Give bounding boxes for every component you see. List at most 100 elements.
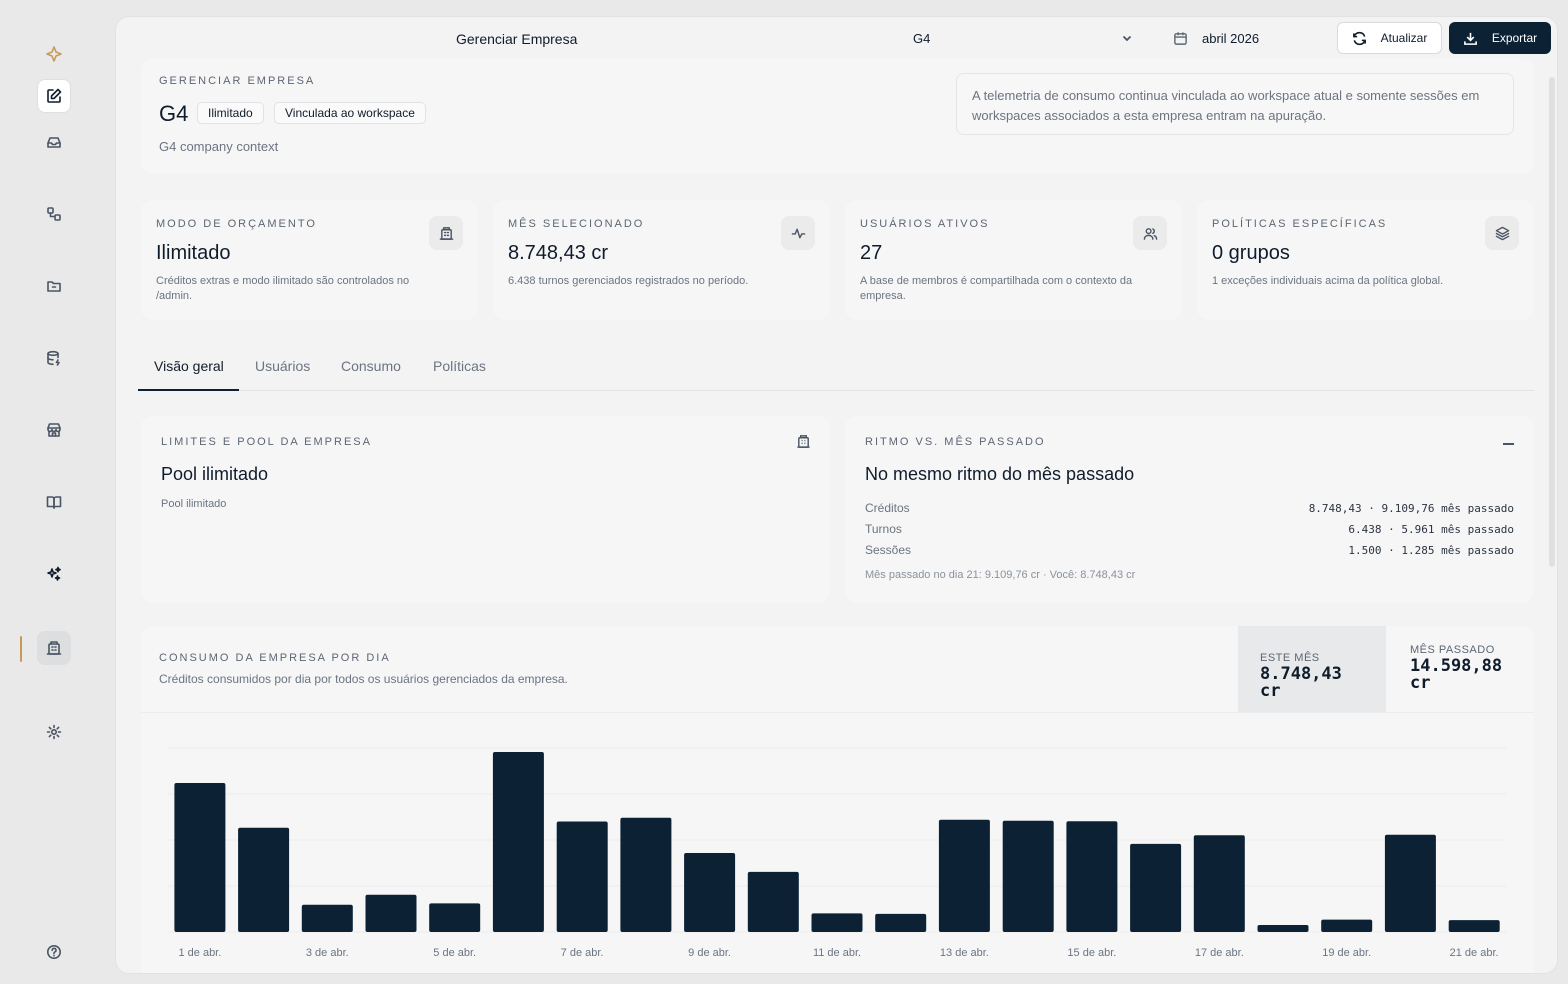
active-tab-indicator: [138, 389, 239, 391]
month-picker[interactable]: abril 2026: [1159, 23, 1327, 53]
chart-bar[interactable]: [365, 894, 417, 932]
company-name: G4: [159, 101, 189, 126]
chart-bar[interactable]: [811, 913, 863, 932]
tab-consumption[interactable]: Consumo: [341, 358, 401, 374]
chart-bar[interactable]: [1321, 919, 1373, 932]
layers-icon: [1485, 216, 1519, 250]
stat-value: 8.748,43 cr: [508, 242, 609, 264]
x-axis-tick-label: 15 de abr.: [1067, 947, 1116, 959]
export-button[interactable]: Exportar: [1449, 22, 1551, 54]
chart-bar[interactable]: [875, 913, 927, 932]
workspace-link-chip: Vinculada ao workspace: [274, 102, 426, 124]
company-header-card: GERENCIAR EMPRESA G4 Ilimitado Vinculada…: [141, 59, 1534, 174]
stat-description: 1 exceções individuais acima da política…: [1212, 275, 1444, 287]
chart-bar[interactable]: [938, 819, 990, 932]
page-title: Gerenciar Empresa: [456, 31, 578, 47]
refresh-button[interactable]: Atualizar: [1337, 22, 1442, 54]
stat-value: 27: [860, 242, 883, 264]
x-axis-tick-label: 7 de abr.: [561, 947, 604, 959]
company-building-icon[interactable]: [37, 631, 71, 665]
folder-icon[interactable]: [37, 269, 71, 303]
telemetry-notice: A telemetria de consumo continua vincula…: [956, 73, 1514, 135]
help-icon[interactable]: [37, 935, 71, 969]
sparkles-icon[interactable]: [37, 557, 71, 591]
x-axis-tick-label: 21 de abr.: [1450, 947, 1499, 959]
budget-mode-chip: Ilimitado: [197, 102, 264, 124]
stat-card-active-users: USUÁRIOS ATIVOS 27 A base de membros é c…: [845, 200, 1182, 320]
download-icon: [1463, 32, 1477, 45]
kpi-last-month[interactable]: MÊS PASSADO 14.598,88 cr: [1386, 626, 1534, 712]
stat-description: A base de membros é compartilhada com o …: [860, 275, 1133, 302]
comparison-footer: Mês passado no dia 21: 9.109,76 cr · Voc…: [865, 569, 1136, 581]
chart-bar[interactable]: [174, 783, 226, 932]
x-axis-tick-label: 5 de abr.: [433, 947, 476, 959]
tab-bar: Visão geral Usuários Consumo Políticas: [138, 345, 1534, 391]
refresh-icon: [1352, 31, 1366, 45]
edit-icon[interactable]: [37, 79, 71, 113]
stat-value: Ilimitado: [156, 242, 231, 264]
stat-label: MÊS SELECIONADO: [508, 218, 645, 230]
tab-users[interactable]: Usuários: [255, 358, 310, 374]
card-subtitle: Pool ilimitado: [161, 498, 227, 510]
chart-bar[interactable]: [1448, 920, 1500, 932]
company-select[interactable]: G4: [901, 23, 1145, 53]
minus-icon: [1503, 443, 1514, 445]
chart-bar[interactable]: [1384, 834, 1436, 932]
chart-bar[interactable]: [1066, 821, 1118, 932]
comparison-row: Créditos 8.748,43 · 9.109,76 mês passado: [865, 498, 1514, 518]
limits-pool-card: LIMITES E POOL DA EMPRESA Pool ilimitado…: [141, 416, 830, 603]
x-axis-tick-label: 13 de abr.: [940, 947, 989, 959]
scrollbar[interactable]: [1549, 77, 1555, 567]
month-picker-value: abril 2026: [1202, 30, 1260, 46]
stat-card-budget-mode: MODO DE ORÇAMENTO Ilimitado Créditos ext…: [141, 200, 478, 320]
brand-logo-icon[interactable]: [37, 37, 71, 71]
comparison-value: 1.500 · 1.285 mês passado: [1348, 543, 1514, 557]
active-nav-marker: [20, 636, 22, 662]
chart-bar[interactable]: [620, 817, 672, 932]
x-axis-tick-label: 1 de abr.: [178, 947, 221, 959]
activity-icon: [781, 216, 815, 250]
chart-bar[interactable]: [1130, 843, 1182, 932]
stat-description: Créditos extras e modo ilimitado são con…: [156, 275, 410, 302]
stat-label: USUÁRIOS ATIVOS: [860, 218, 990, 230]
card-eyebrow: LIMITES E POOL DA EMPRESA: [161, 436, 372, 448]
chart-bar[interactable]: [429, 903, 481, 932]
kpi-label: MÊS PASSADO: [1410, 644, 1495, 656]
company-select-value: G4: [913, 30, 931, 46]
card-title: Pool ilimitado: [161, 464, 269, 484]
inbox-icon[interactable]: [37, 125, 71, 159]
chart-bar[interactable]: [1193, 835, 1245, 932]
kpi-this-month[interactable]: ESTE MÊS 8.748,43 cr: [1238, 626, 1386, 712]
stat-card-policies: POLÍTICAS ESPECÍFICAS 0 grupos 1 exceçõe…: [1197, 200, 1534, 320]
comparison-label: Créditos: [865, 501, 910, 515]
chart-bar[interactable]: [747, 871, 799, 932]
chart-bar[interactable]: [492, 752, 544, 932]
kpi-label: ESTE MÊS: [1260, 652, 1320, 664]
database-icon[interactable]: [37, 341, 71, 375]
daily-consumption-card: CONSUMO DA EMPRESA POR DIA Créditos cons…: [141, 626, 1534, 973]
chart-bar[interactable]: [238, 827, 290, 932]
x-axis-tick-label: 3 de abr.: [306, 947, 349, 959]
comparison-row: Turnos 6.438 · 5.961 mês passado: [865, 519, 1514, 539]
tab-policies[interactable]: Políticas: [433, 358, 486, 374]
book-icon[interactable]: [37, 485, 71, 519]
users-icon: [1133, 216, 1167, 250]
settings-gear-icon[interactable]: [37, 715, 71, 749]
chart-bar[interactable]: [1002, 820, 1054, 932]
chart-bar[interactable]: [1257, 925, 1309, 932]
chart-bar[interactable]: [684, 853, 736, 932]
card-subtitle: Créditos consumidos por dia por todos os…: [159, 672, 568, 686]
building-icon: [429, 216, 463, 250]
stat-card-selected-month: MÊS SELECIONADO 8.748,43 cr 6.438 turnos…: [493, 200, 830, 320]
chart-bar[interactable]: [301, 904, 353, 932]
card-eyebrow: RITMO VS. MÊS PASSADO: [865, 436, 1046, 448]
calendar-icon: [1174, 31, 1187, 45]
comparison-value: 8.748,43 · 9.109,76 mês passado: [1308, 501, 1514, 515]
workflow-icon[interactable]: [37, 197, 71, 231]
store-icon[interactable]: [37, 413, 71, 447]
chart-bar[interactable]: [556, 821, 608, 933]
sidebar: [0, 0, 108, 984]
stat-label: POLÍTICAS ESPECÍFICAS: [1212, 218, 1388, 230]
tab-overview[interactable]: Visão geral: [154, 358, 224, 374]
stat-description: 6.438 turnos gerenciados registrados no …: [508, 275, 749, 287]
